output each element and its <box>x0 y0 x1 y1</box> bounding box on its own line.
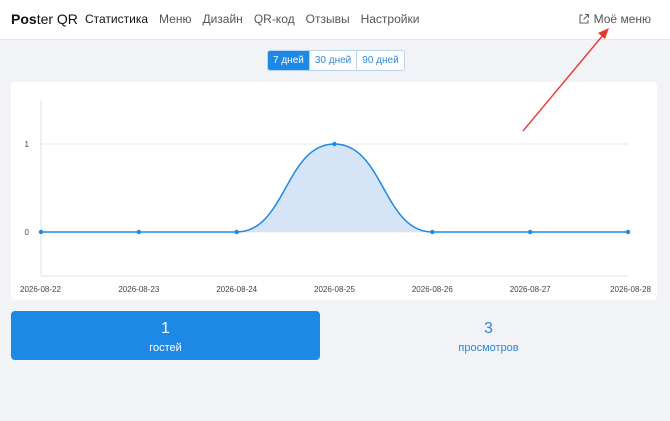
data-point <box>136 229 142 235</box>
nav-item-settings[interactable]: Настройки <box>361 12 420 26</box>
nav-item-menu[interactable]: Меню <box>159 12 191 26</box>
main-nav: Статистика Меню Дизайн QR-код Отзывы Нас… <box>85 12 419 26</box>
series-area <box>41 144 628 232</box>
views-stat-card[interactable]: 3 просмотров <box>334 311 643 360</box>
guests-label: гостей <box>149 342 182 354</box>
period-30-days-button[interactable]: 30 дней <box>309 51 358 70</box>
brand-logo[interactable]: Poster QR <box>11 11 78 27</box>
guests-stat-card[interactable]: 1 гостей <box>11 311 320 360</box>
brand-rest: ter QR <box>36 11 78 27</box>
x-tick-label: 2026-08-25 <box>314 285 355 294</box>
data-point <box>527 229 533 235</box>
nav-item-reviews[interactable]: Отзывы <box>306 12 350 26</box>
nav-item-statistics[interactable]: Статистика <box>85 12 148 26</box>
data-point <box>430 229 435 235</box>
x-tick-label: 2026-08-27 <box>510 285 551 294</box>
x-tick-label: 2026-08-23 <box>118 285 159 294</box>
y-tick-label: 0 <box>25 228 30 237</box>
period-7-days-button[interactable]: 7 дней <box>268 51 310 70</box>
my-menu-link[interactable]: Моё меню <box>578 12 651 26</box>
visits-chart: 0 1 2026-08-22 2026-08-23 2026-08-24 2026-08-… <box>20 100 652 294</box>
external-link-icon <box>579 13 589 24</box>
nav-item-qr-code[interactable]: QR-код <box>254 12 295 26</box>
y-tick-label: 1 <box>25 140 30 149</box>
x-tick-label: 2026-08-28 <box>610 285 651 294</box>
my-menu-label: Моё меню <box>593 12 651 26</box>
data-point <box>38 229 44 235</box>
views-label: просмотров <box>458 342 519 354</box>
brand-bold: Pos <box>11 11 37 27</box>
period-90-days-button[interactable]: 90 дней <box>357 51 404 70</box>
data-point <box>234 229 239 235</box>
data-point <box>625 229 631 235</box>
nav-item-design[interactable]: Дизайн <box>202 12 242 26</box>
x-tick-label: 2026-08-24 <box>216 285 257 294</box>
views-count: 3 <box>484 320 493 337</box>
top-navbar: Poster QR Статистика Меню Дизайн QR-код … <box>0 0 670 40</box>
period-selector: 7 дней 30 дней 90 дней <box>267 50 405 71</box>
x-tick-label: 2026-08-22 <box>20 285 61 294</box>
visits-chart-card: 0 1 2026-08-22 2026-08-23 2026-08-24 2026-08-… <box>11 82 657 300</box>
data-point <box>332 141 337 147</box>
x-tick-label: 2026-08-26 <box>412 285 453 294</box>
guests-count: 1 <box>161 320 170 337</box>
